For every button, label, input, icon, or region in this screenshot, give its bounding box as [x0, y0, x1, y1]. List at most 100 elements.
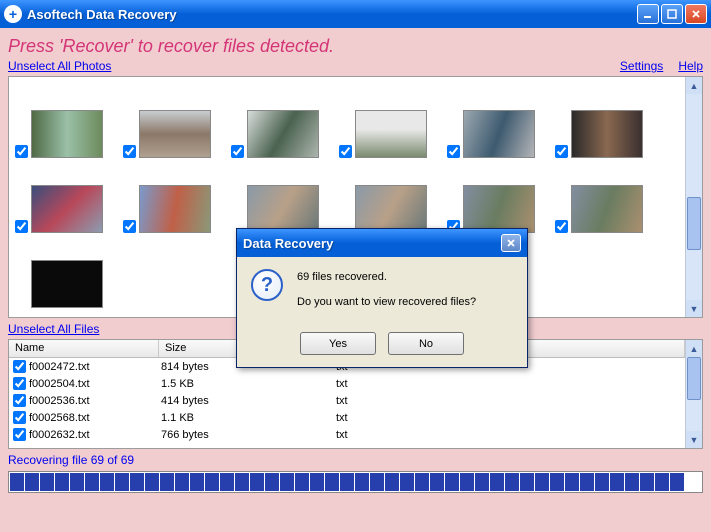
progress-segment	[475, 473, 489, 491]
settings-link[interactable]: Settings	[620, 59, 663, 73]
help-link[interactable]: Help	[678, 59, 703, 73]
file-checkbox[interactable]	[13, 411, 26, 424]
minimize-button[interactable]	[637, 4, 659, 24]
photo-thumbnail	[139, 185, 211, 233]
table-row[interactable]: f0002568.txt1.1 KBtxt	[9, 409, 685, 426]
progress-segment	[460, 473, 474, 491]
photo-item[interactable]	[121, 83, 229, 158]
table-row[interactable]: f0002504.txt1.5 KBtxt	[9, 375, 685, 392]
progress-segment	[145, 473, 159, 491]
scroll-up-icon[interactable]: ▲	[686, 77, 702, 94]
scroll-thumb[interactable]	[687, 357, 701, 400]
scroll-thumb[interactable]	[687, 197, 701, 250]
photo-thumbnail[interactable]	[355, 185, 427, 233]
progress-segment	[235, 473, 249, 491]
photo-checkbox[interactable]	[231, 145, 244, 158]
titlebar[interactable]: + Asoftech Data Recovery	[0, 0, 711, 28]
link-row-top: Unselect All Photos Settings Help	[8, 59, 703, 73]
progress-segment	[85, 473, 99, 491]
photo-thumbnail	[355, 110, 427, 158]
progress-segment	[640, 473, 654, 491]
photo-item[interactable]	[13, 83, 121, 158]
files-scrollbar[interactable]: ▲ ▼	[685, 340, 702, 448]
table-row[interactable]: f0002632.txt766 bytestxt	[9, 426, 685, 443]
scroll-up-icon[interactable]: ▲	[686, 340, 702, 357]
dialog-body: ? 69 files recovered. Do you want to vie…	[237, 257, 527, 367]
photo-checkbox[interactable]	[555, 145, 568, 158]
photo-thumbnail[interactable]	[31, 260, 103, 308]
yes-button[interactable]: Yes	[300, 332, 376, 355]
progress-segment	[220, 473, 234, 491]
progress-segment	[370, 473, 384, 491]
col-header-name[interactable]: Name	[9, 340, 159, 357]
photo-item[interactable]	[553, 158, 661, 233]
progress-segment	[520, 473, 534, 491]
photo-item[interactable]	[445, 158, 553, 233]
app-body: Press 'Recover' to recover files detecte…	[0, 28, 711, 532]
photo-checkbox[interactable]	[555, 220, 568, 233]
unselect-all-files-link[interactable]: Unselect All Files	[8, 322, 99, 336]
photo-checkbox[interactable]	[15, 220, 28, 233]
progress-segment	[70, 473, 84, 491]
progress-segment	[415, 473, 429, 491]
file-extension: txt	[336, 412, 481, 424]
progress-segment	[160, 473, 174, 491]
progress-segment	[355, 473, 369, 491]
photo-thumbnail	[571, 185, 643, 233]
app-icon: +	[4, 5, 22, 23]
maximize-button[interactable]	[661, 4, 683, 24]
progress-bar	[8, 471, 703, 493]
photo-checkbox[interactable]	[123, 145, 136, 158]
progress-segment	[10, 473, 24, 491]
photo-item[interactable]	[337, 83, 445, 158]
progress-segment	[550, 473, 564, 491]
progress-segment	[100, 473, 114, 491]
file-size: 766 bytes	[161, 429, 336, 441]
instruction-text: Press 'Recover' to recover files detecte…	[8, 36, 703, 57]
file-checkbox[interactable]	[13, 377, 26, 390]
progress-segment	[535, 473, 549, 491]
dialog-titlebar[interactable]: Data Recovery	[237, 229, 527, 257]
file-checkbox[interactable]	[13, 428, 26, 441]
dialog-line2: Do you want to view recovered files?	[297, 294, 476, 311]
file-size: 414 bytes	[161, 395, 336, 407]
file-size: 1.1 KB	[161, 412, 336, 424]
photo-item[interactable]	[229, 158, 337, 233]
photo-item[interactable]	[553, 83, 661, 158]
no-button[interactable]: No	[388, 332, 464, 355]
file-name: f0002632.txt	[29, 429, 161, 441]
scroll-down-icon[interactable]: ▼	[686, 431, 702, 448]
photo-checkbox[interactable]	[15, 145, 28, 158]
file-checkbox[interactable]	[13, 360, 26, 373]
photo-item[interactable]	[337, 158, 445, 233]
photo-item[interactable]	[13, 233, 121, 308]
photo-item[interactable]	[13, 158, 121, 233]
photo-thumbnail	[31, 110, 103, 158]
photo-checkbox[interactable]	[123, 220, 136, 233]
status-text: Recovering file 69 of 69	[8, 453, 703, 467]
table-row[interactable]: f0002536.txt414 bytestxt	[9, 392, 685, 409]
progress-segment	[490, 473, 504, 491]
file-extension: txt	[336, 378, 481, 390]
recovery-dialog: Data Recovery ? 69 files recovered. Do y…	[236, 228, 528, 368]
dialog-title: Data Recovery	[243, 236, 501, 251]
progress-segment	[175, 473, 189, 491]
close-button[interactable]	[685, 4, 707, 24]
file-extension: txt	[336, 429, 481, 441]
dialog-message: 69 files recovered. Do you want to view …	[297, 269, 476, 318]
photo-scrollbar[interactable]: ▲ ▼	[685, 77, 702, 317]
photo-item[interactable]	[121, 158, 229, 233]
dialog-close-button[interactable]	[501, 234, 521, 252]
photo-item[interactable]	[445, 83, 553, 158]
unselect-all-photos-link[interactable]: Unselect All Photos	[8, 59, 111, 73]
scroll-down-icon[interactable]: ▼	[686, 300, 702, 317]
progress-segment	[295, 473, 309, 491]
photo-thumbnail[interactable]	[247, 185, 319, 233]
file-name: f0002568.txt	[29, 412, 161, 424]
photo-checkbox[interactable]	[447, 145, 460, 158]
photo-item[interactable]	[229, 83, 337, 158]
photo-checkbox[interactable]	[339, 145, 352, 158]
progress-segment	[340, 473, 354, 491]
file-checkbox[interactable]	[13, 394, 26, 407]
file-extension: txt	[336, 395, 481, 407]
